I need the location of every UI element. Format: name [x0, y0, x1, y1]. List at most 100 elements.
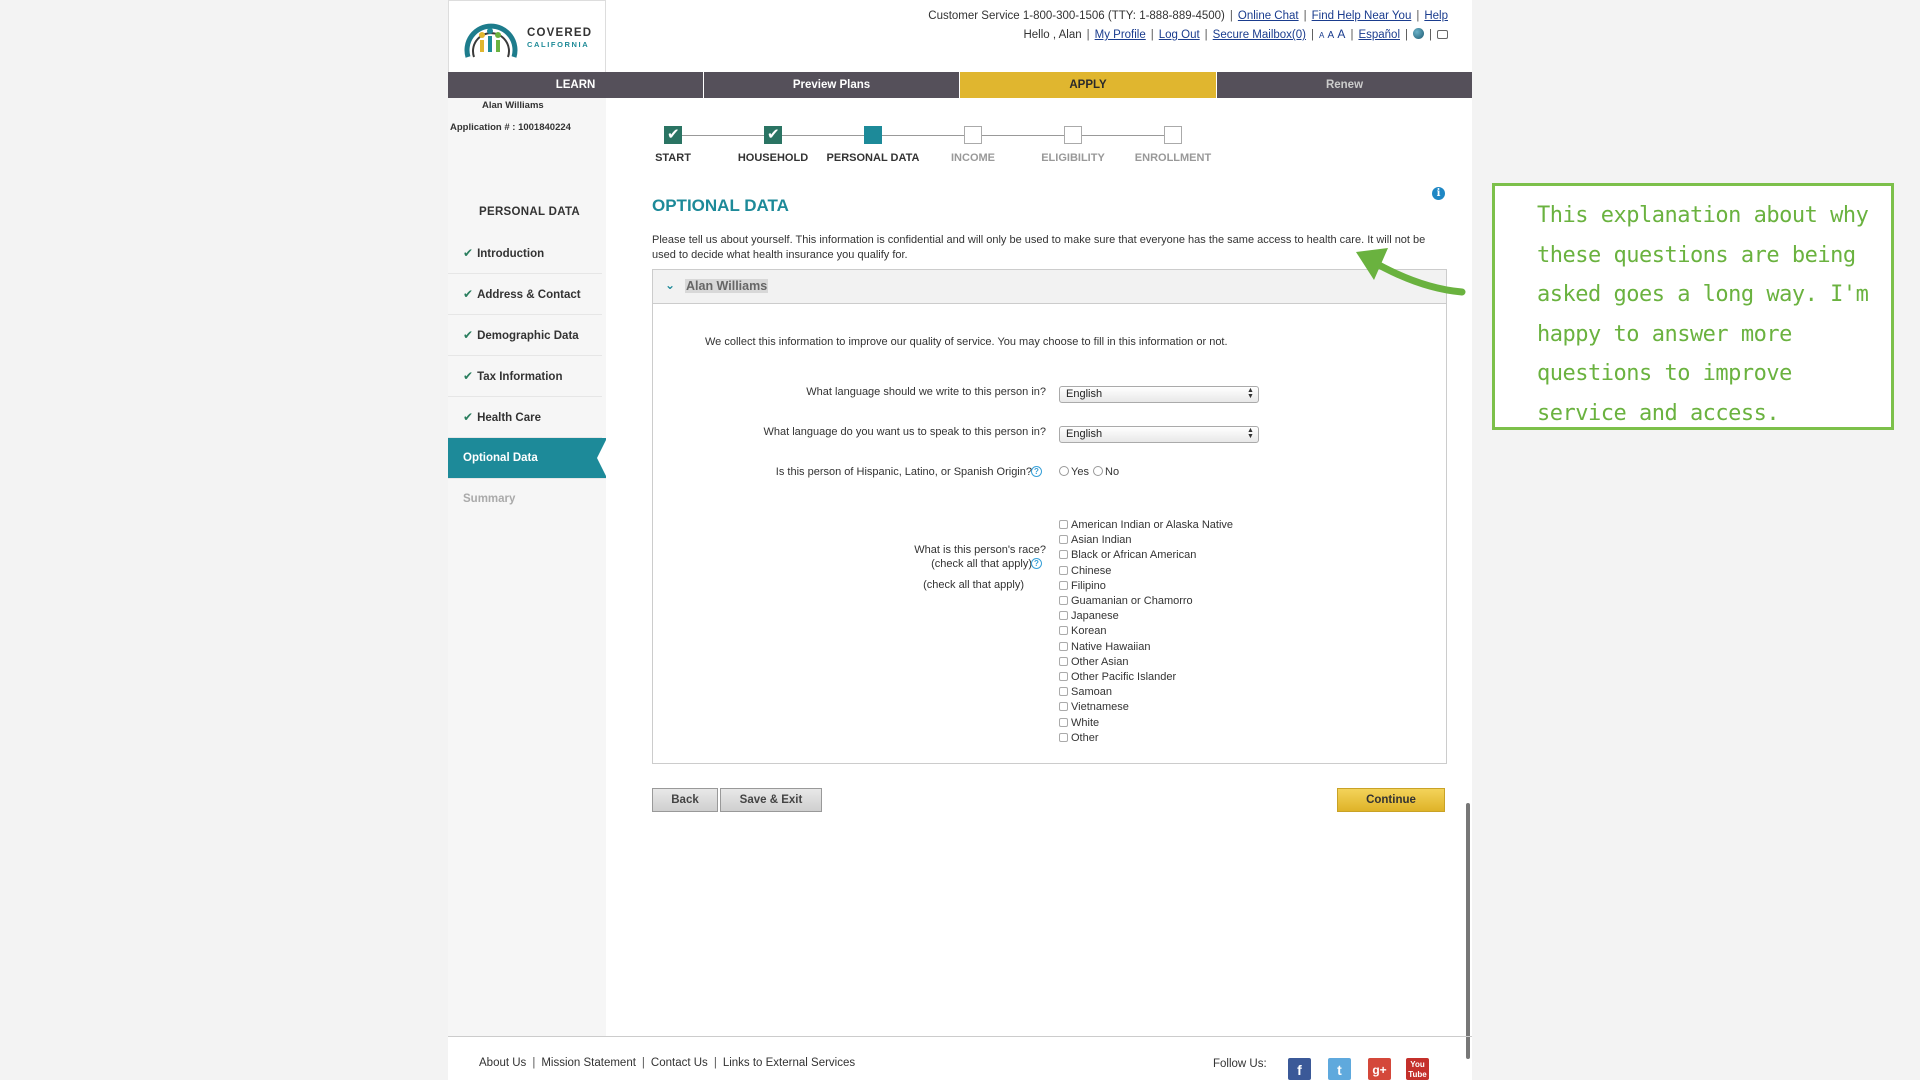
google-plus-icon[interactable]: g+ — [1368, 1058, 1391, 1080]
race-option[interactable]: Guamanian or Chamorro — [1059, 594, 1233, 609]
race-option[interactable]: American Indian or Alaska Native — [1059, 518, 1233, 533]
checkbox[interactable] — [1059, 732, 1068, 742]
race-option[interactable]: Vietnamese — [1059, 700, 1233, 715]
facebook-icon[interactable]: f — [1288, 1058, 1311, 1080]
checkbox[interactable] — [1059, 641, 1068, 651]
speak-language-value: English — [1066, 428, 1103, 440]
annotation-arrow-icon — [1356, 248, 1466, 296]
checkbox[interactable] — [1059, 565, 1068, 575]
secure-mailbox-link[interactable]: Secure Mailbox(0) — [1213, 29, 1306, 41]
checkbox[interactable] — [1059, 520, 1068, 529]
logo[interactable]: COVERED CALIFORNIA — [448, 0, 606, 72]
printer-icon[interactable] — [1437, 30, 1448, 39]
checkbox[interactable] — [1059, 672, 1068, 682]
text-size-medium[interactable]: A — [1328, 30, 1335, 41]
race-option[interactable]: Other Pacific Islander — [1059, 670, 1233, 685]
step-eligibility: ELIGIBILITY — [1023, 124, 1123, 164]
help-icon[interactable]: ? — [1031, 558, 1042, 569]
step-label: INCOME — [951, 152, 995, 164]
question-write-language: What language should we write to this pe… — [806, 386, 1046, 398]
speak-language-select[interactable]: English ▲ ▼ — [1059, 426, 1259, 443]
step-label: START — [655, 152, 691, 164]
nav-renew[interactable]: Renew — [1217, 72, 1472, 98]
covered-california-logo-icon — [464, 23, 518, 58]
back-button[interactable]: Back — [652, 788, 718, 812]
save-exit-button[interactable]: Save & Exit — [720, 788, 822, 812]
checkbox[interactable] — [1059, 535, 1068, 545]
race-option[interactable]: Other Asian — [1059, 655, 1233, 670]
race-label: Guamanian or Chamorro — [1071, 595, 1193, 608]
sidebar-item-health-care[interactable]: ✔ Health Care — [448, 397, 602, 438]
person-panel-header[interactable]: ⌄ Alan Williams — [653, 270, 1446, 304]
sidebar-item-label: Address & Contact — [477, 289, 581, 301]
youtube-icon[interactable]: You Tube — [1406, 1058, 1429, 1080]
continue-button[interactable]: Continue — [1337, 788, 1445, 812]
help-link[interactable]: Help — [1424, 10, 1448, 22]
race-label: Korean — [1071, 625, 1107, 638]
check-icon: ✔ — [463, 287, 474, 301]
text-size-large[interactable]: A — [1337, 27, 1345, 41]
chevron-down-icon: ⌄ — [665, 278, 676, 292]
nav-preview-plans[interactable]: Preview Plans — [704, 72, 960, 98]
sidebar-item-label: Optional Data — [463, 452, 538, 464]
sidebar-item-optional-data[interactable]: Optional Data — [448, 438, 607, 479]
checkbox[interactable] — [1059, 626, 1068, 636]
text-size-small[interactable]: A — [1319, 31, 1324, 40]
checkbox[interactable] — [1059, 550, 1068, 560]
help-icon[interactable]: ? — [1031, 466, 1042, 477]
scrollbar[interactable] — [1466, 803, 1470, 1059]
race-option[interactable]: Filipino — [1059, 579, 1233, 594]
checkbox[interactable] — [1059, 717, 1068, 727]
race-option[interactable]: Chinese — [1059, 564, 1233, 579]
sidebar-item-demographic-data[interactable]: ✔ Demographic Data — [448, 315, 602, 356]
sidebar-item-label: Introduction — [477, 248, 545, 260]
online-chat-link[interactable]: Online Chat — [1238, 10, 1299, 22]
footer-external-links[interactable]: Links to External Services — [723, 1057, 855, 1069]
espanol-link[interactable]: Español — [1358, 29, 1400, 41]
race-option[interactable]: Korean — [1059, 624, 1233, 639]
write-language-select[interactable]: English ▲ ▼ — [1059, 386, 1259, 403]
race-option[interactable]: White — [1059, 716, 1233, 731]
race-label: Black or African American — [1071, 549, 1197, 562]
twitter-icon[interactable]: t — [1328, 1058, 1351, 1080]
race-option[interactable]: Asian Indian — [1059, 533, 1233, 548]
step-label: ENROLLMENT — [1134, 152, 1212, 164]
step-label: ELIGIBILITY — [1041, 152, 1105, 164]
race-option[interactable]: Other — [1059, 731, 1233, 746]
race-option[interactable]: Japanese — [1059, 609, 1233, 624]
race-option[interactable]: Black or African American — [1059, 548, 1233, 563]
checkbox[interactable] — [1059, 611, 1068, 621]
checkbox[interactable] — [1059, 596, 1068, 606]
sidebar-item-tax-information[interactable]: ✔ Tax Information — [448, 356, 602, 397]
log-out-link[interactable]: Log Out — [1159, 29, 1200, 41]
radio-no[interactable] — [1093, 466, 1104, 476]
check-icon: ✔ — [463, 410, 474, 424]
progress-tracker: START HOUSEHOLD PERSONAL DATA INCOME ELI… — [651, 124, 1211, 174]
radio-yes[interactable] — [1059, 466, 1069, 476]
person-panel: ⌄ Alan Williams We collect this informat… — [652, 269, 1447, 764]
radio-no-label: No — [1105, 466, 1120, 478]
my-profile-link[interactable]: My Profile — [1095, 29, 1146, 41]
checkbox[interactable] — [1059, 656, 1068, 666]
sidebar-item-address-contact[interactable]: ✔ Address & Contact — [448, 274, 602, 315]
footer-mission-link[interactable]: Mission Statement — [541, 1057, 636, 1069]
sidebar-item-introduction[interactable]: ✔ Introduction — [448, 233, 602, 274]
logo-line1: COVERED — [527, 27, 593, 39]
footer-contact-link[interactable]: Contact Us — [651, 1057, 708, 1069]
race-label: Japanese — [1071, 610, 1119, 623]
question-hispanic-text: Is this person of Hispanic, Latino, or S… — [775, 466, 1032, 478]
question-race-sub: (check all that apply) — [931, 558, 1032, 570]
globe-icon[interactable] — [1413, 28, 1424, 39]
race-option[interactable]: Samoan — [1059, 685, 1233, 700]
info-icon[interactable]: i — [1432, 187, 1445, 200]
nav-learn[interactable]: LEARN — [448, 72, 704, 98]
sidebar-item-label: Health Care — [477, 412, 541, 424]
checkbox[interactable] — [1059, 687, 1068, 697]
footer-about-us-link[interactable]: About Us — [479, 1057, 526, 1069]
checkbox[interactable] — [1059, 580, 1068, 590]
checkbox[interactable] — [1059, 702, 1068, 712]
nav-apply[interactable]: APPLY — [960, 72, 1217, 98]
race-option[interactable]: Native Hawaiian — [1059, 640, 1233, 655]
sidebar-item-summary: Summary — [448, 479, 602, 520]
find-help-link[interactable]: Find Help Near You — [1312, 10, 1412, 22]
